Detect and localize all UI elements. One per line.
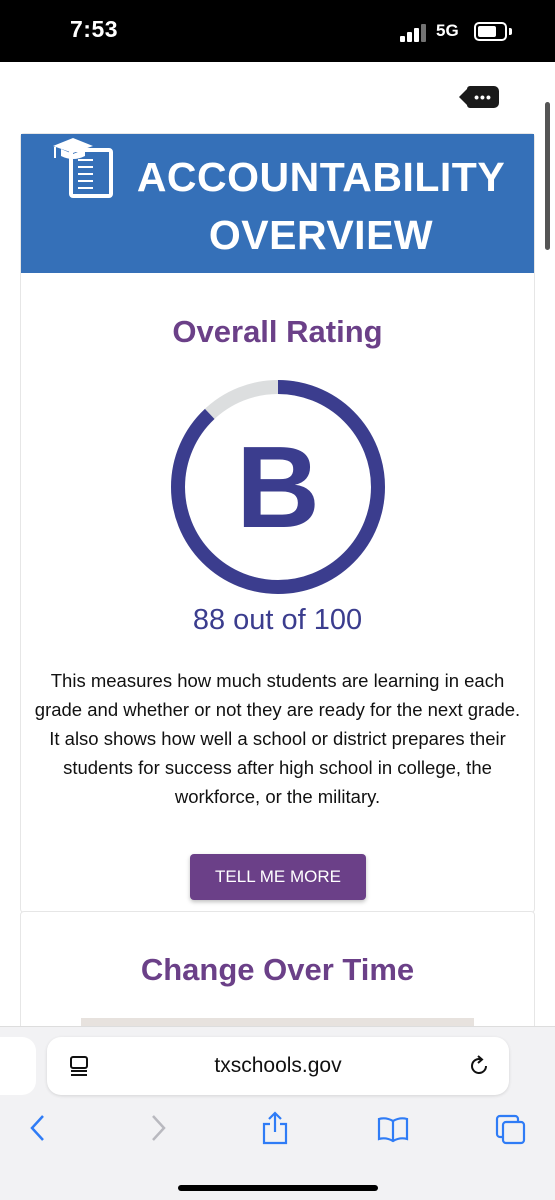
status-bar: 7:53 5G (0, 0, 555, 62)
change-over-time-heading: Change Over Time (140, 952, 415, 987)
banner-title-line2: OVERVIEW (208, 212, 434, 258)
address-bar[interactable]: txschools.gov (47, 1037, 509, 1095)
change-over-time-card: Change Over Time (20, 911, 535, 1026)
bookmarks-icon[interactable] (376, 1115, 410, 1143)
previous-tab-pill[interactable] (0, 1037, 36, 1095)
tabs-icon[interactable] (494, 1113, 528, 1145)
change-chart-area (81, 1018, 474, 1026)
network-type: 5G (436, 21, 459, 40)
signal-strength-icon (400, 24, 428, 42)
accountability-banner: ACCOUNTABILITY OVERVIEW (21, 134, 534, 273)
tell-me-more-button[interactable]: TELL ME MORE (190, 854, 366, 900)
web-content[interactable]: ••• ACCOUNTABILITY OVERVIEW Overall Rati… (0, 62, 555, 1026)
banner-title: ACCOUNTABILITY OVERVIEW (121, 148, 521, 264)
reload-icon[interactable] (467, 1054, 491, 1078)
status-time: 7:53 (70, 16, 119, 42)
back-icon[interactable] (28, 1113, 48, 1143)
battery-icon (474, 22, 507, 41)
overall-rating-card: ACCOUNTABILITY OVERVIEW Overall Rating B… (20, 133, 535, 913)
browser-toolbar: txschools.gov (0, 1026, 555, 1200)
forward-icon[interactable] (148, 1113, 168, 1143)
battery-tip (509, 28, 512, 35)
share-icon[interactable] (260, 1111, 290, 1145)
rating-description: This measures how much students are lear… (34, 670, 521, 807)
banner-title-line1: ACCOUNTABILITY (136, 154, 506, 200)
score-text: 88 out of 100 (192, 604, 363, 636)
report-card-icon (53, 138, 113, 198)
more-options-button[interactable]: ••• (459, 86, 499, 108)
letter-grade: B (236, 422, 320, 552)
scrollbar[interactable] (545, 102, 550, 250)
overall-rating-heading: Overall Rating (172, 314, 383, 349)
home-indicator (178, 1185, 378, 1191)
url-text[interactable]: txschools.gov (47, 1037, 509, 1095)
